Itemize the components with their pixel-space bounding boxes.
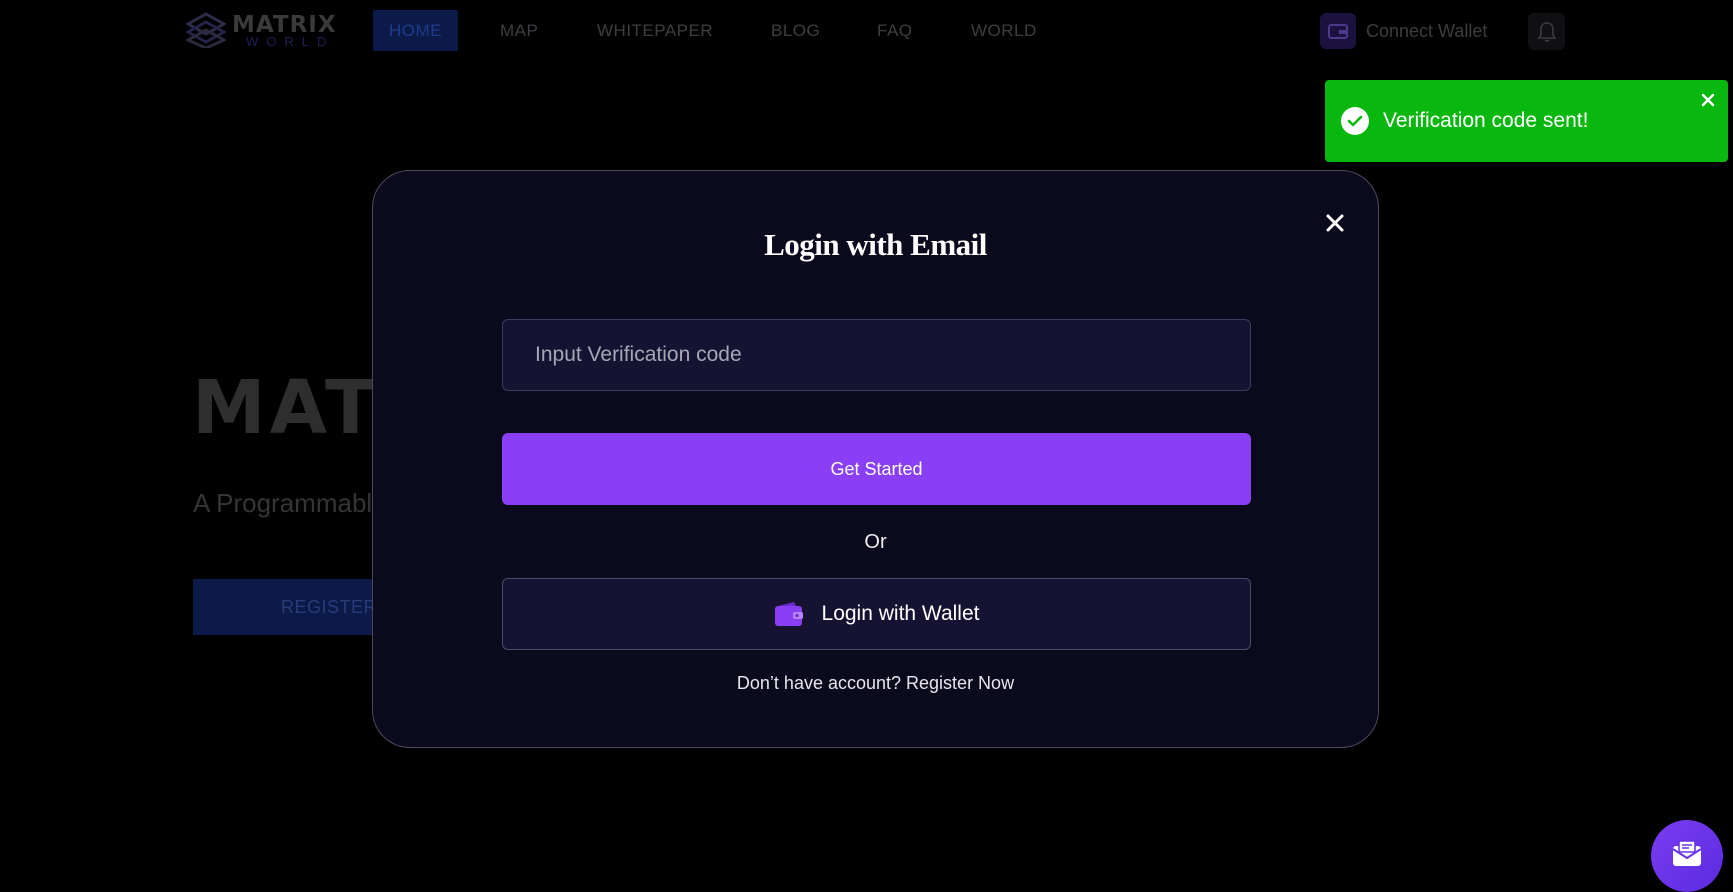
matrix-world-logo[interactable]: MATRIX WORLD — [186, 12, 336, 52]
nav-faq[interactable]: FAQ — [877, 10, 913, 51]
nav-whitepaper[interactable]: WHITEPAPER — [597, 10, 713, 51]
mail-icon — [1672, 840, 1702, 866]
connect-wallet-label: Connect Wallet — [1366, 20, 1488, 41]
no-account-text: Don’t have account? — [736, 673, 902, 693]
or-divider: Or — [864, 531, 887, 553]
verification-code-input[interactable] — [502, 319, 1251, 391]
nav-blog[interactable]: BLOG — [771, 10, 820, 51]
bell-icon — [1537, 21, 1556, 42]
wallet-icon — [1320, 13, 1356, 49]
nav-world[interactable]: WORLD — [971, 10, 1037, 51]
get-started-button[interactable]: Get Started — [502, 433, 1251, 505]
login-modal: Login with Email Get Started Or Login wi… — [372, 170, 1379, 748]
login-with-wallet-button[interactable]: Login with Wallet — [502, 578, 1251, 650]
nav-map[interactable]: MAP — [500, 10, 538, 51]
logo-subtext: WORLD — [246, 34, 335, 49]
hero-subtitle: A Programmabl — [193, 488, 373, 518]
notifications-button[interactable] — [1528, 13, 1565, 50]
register-now-link[interactable]: Register Now — [906, 673, 1014, 693]
check-circle-icon — [1341, 107, 1369, 135]
login-with-wallet-label: Login with Wallet — [821, 602, 980, 625]
support-chat-button[interactable] — [1651, 820, 1723, 892]
matrix-logo-icon — [186, 12, 226, 48]
hero-title: MAT — [192, 365, 380, 451]
toast-close-button[interactable] — [1700, 92, 1716, 108]
close-icon — [1701, 93, 1715, 107]
nav-home[interactable]: HOME — [373, 10, 458, 51]
success-toast: Verification code sent! — [1325, 80, 1728, 162]
connect-wallet-button[interactable]: Connect Wallet — [1320, 13, 1487, 49]
toast-message: Verification code sent! — [1383, 109, 1589, 132]
modal-title: Login with Email — [764, 227, 987, 262]
top-navigation: MATRIX WORLD HOME MAP WHITEPAPER BLOG FA… — [0, 0, 1733, 62]
wallet-icon — [774, 601, 804, 627]
register-prompt: Don’t have account? Register Now — [373, 673, 1378, 694]
